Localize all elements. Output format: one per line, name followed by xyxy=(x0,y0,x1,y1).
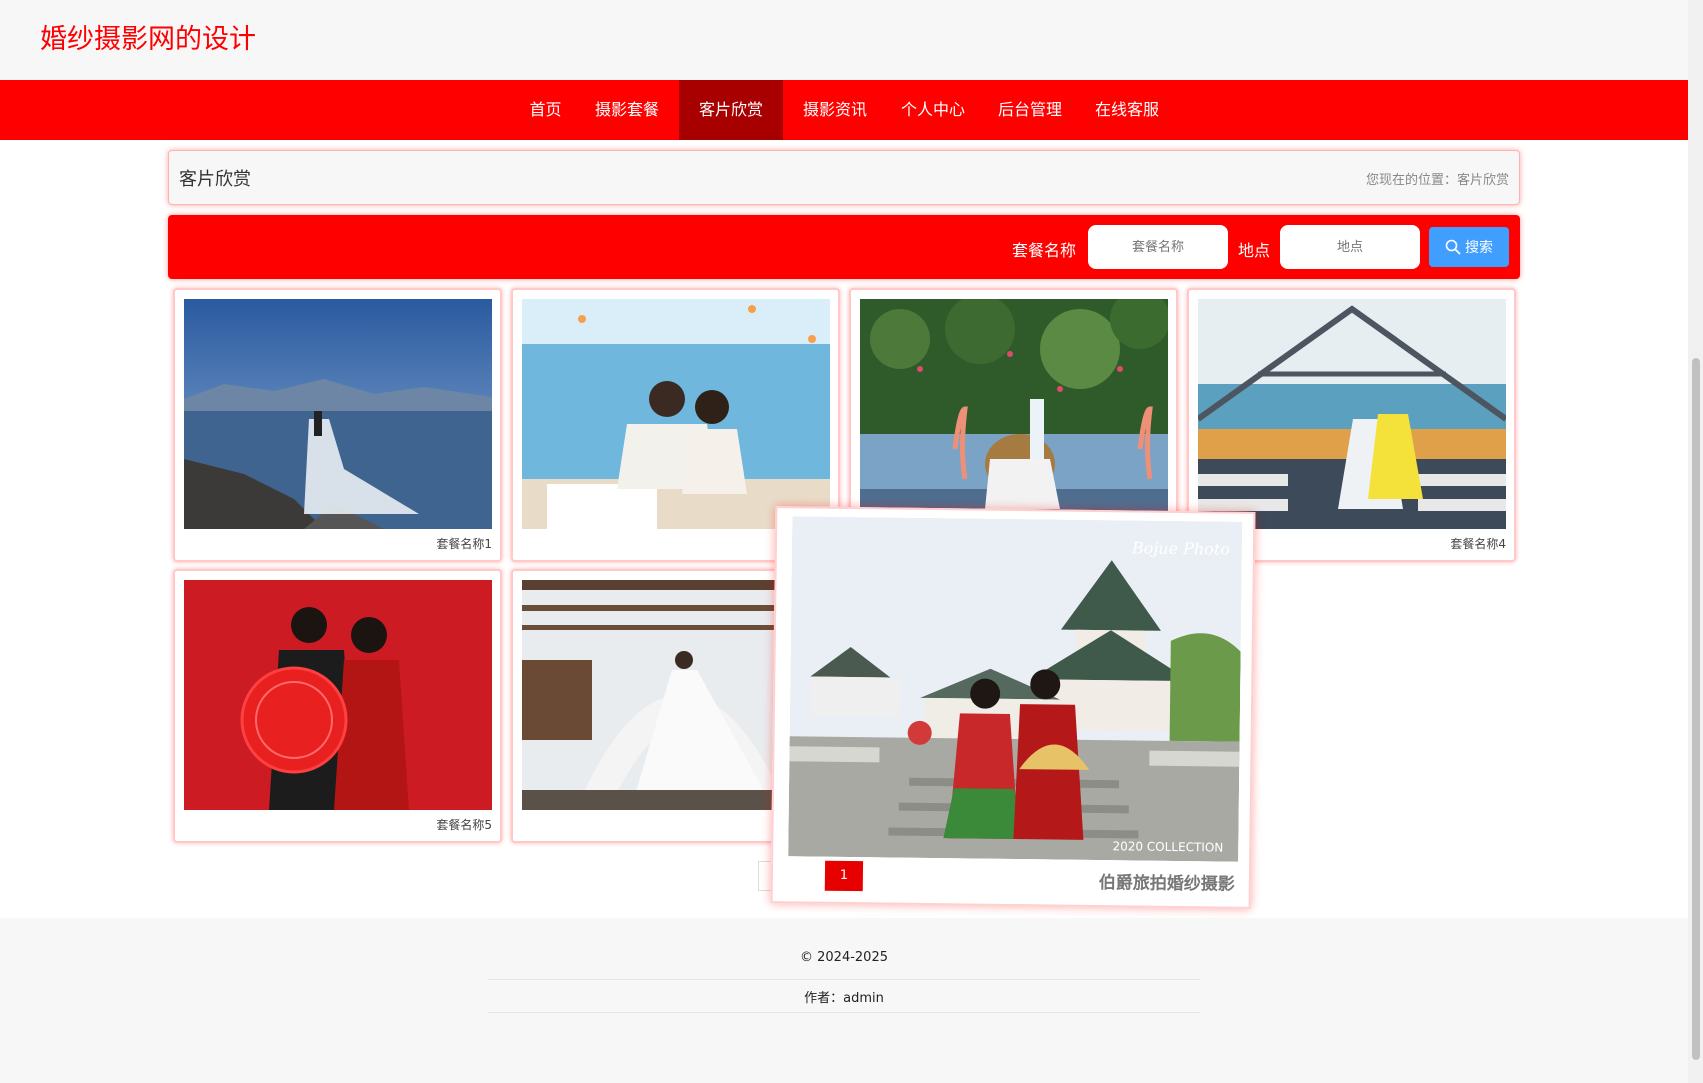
card-caption: 套餐名称1 xyxy=(436,537,492,551)
main-nav: 首页 摄影套餐 客片欣赏 摄影资讯 个人中心 后台管理 在线客服 xyxy=(0,80,1688,140)
gallery-card[interactable]: 套餐名称5 xyxy=(173,569,502,843)
scrollbar-thumb[interactable] xyxy=(1692,358,1700,1060)
gallery-photo[interactable] xyxy=(184,580,492,810)
nav-item-packages[interactable]: 摄影套餐 xyxy=(587,80,667,140)
site-title: 婚纱摄影网的设计 xyxy=(40,24,256,55)
gallery-photo[interactable] xyxy=(184,299,492,529)
popup-page-badge: 1 xyxy=(824,860,864,892)
gallery-photo[interactable] xyxy=(1198,299,1506,529)
card-caption: 套餐名称4 xyxy=(1450,537,1506,551)
page-scrollbar[interactable] xyxy=(1688,0,1703,1083)
footer-divider xyxy=(488,1012,1200,1013)
package-name-label: 套餐名称 xyxy=(1012,241,1077,260)
package-name-input[interactable] xyxy=(1088,225,1228,269)
gallery-photo[interactable] xyxy=(860,299,1168,529)
breadcrumb: 您现在的位置：客片欣赏 xyxy=(1365,173,1509,188)
search-button[interactable]: 搜索 xyxy=(1429,227,1509,267)
page-title: 客片欣赏 xyxy=(179,169,251,190)
gallery-photo[interactable] xyxy=(522,299,830,529)
nav-item-gallery[interactable]: 客片欣赏 xyxy=(679,80,783,140)
footer-divider xyxy=(488,979,1200,980)
nav-item-support[interactable]: 在线客服 xyxy=(1087,80,1167,140)
footer-copyright: © 2024-2025 xyxy=(800,950,888,965)
preview-photo: Bojue Photo 2020 COLLECTION xyxy=(788,516,1243,862)
search-button-label: 搜索 xyxy=(1465,240,1493,256)
footer: © 2024-2025 作者：admin xyxy=(0,918,1688,1083)
nav-item-admin[interactable]: 后台管理 xyxy=(990,80,1070,140)
search-icon xyxy=(1445,239,1461,255)
header: 婚纱摄影网的设计 xyxy=(0,0,1688,80)
search-bar: 套餐名称 地点 搜索 xyxy=(168,215,1520,279)
photo-watermark-logo: Bojue Photo xyxy=(1131,538,1230,558)
gallery-card[interactable]: 套餐名称1 xyxy=(173,288,502,562)
popup-caption: 伯爵旅拍婚纱摄影 xyxy=(1098,873,1235,895)
nav-item-profile[interactable]: 个人中心 xyxy=(893,80,973,140)
footer-author: 作者：admin xyxy=(804,991,884,1006)
nav-item-home[interactable]: 首页 xyxy=(518,80,573,140)
photo-preview-popup[interactable]: Bojue Photo 2020 COLLECTION 1 伯爵旅拍婚纱摄影 xyxy=(770,506,1256,909)
card-caption: 套餐名称5 xyxy=(436,818,492,832)
photo-watermark-collection: 2020 COLLECTION xyxy=(1112,839,1223,854)
location-input[interactable] xyxy=(1280,225,1420,269)
location-label: 地点 xyxy=(1238,241,1271,260)
nav-item-news[interactable]: 摄影资讯 xyxy=(795,80,875,140)
breadcrumb-bar: 客片欣赏 您现在的位置：客片欣赏 xyxy=(168,150,1520,205)
